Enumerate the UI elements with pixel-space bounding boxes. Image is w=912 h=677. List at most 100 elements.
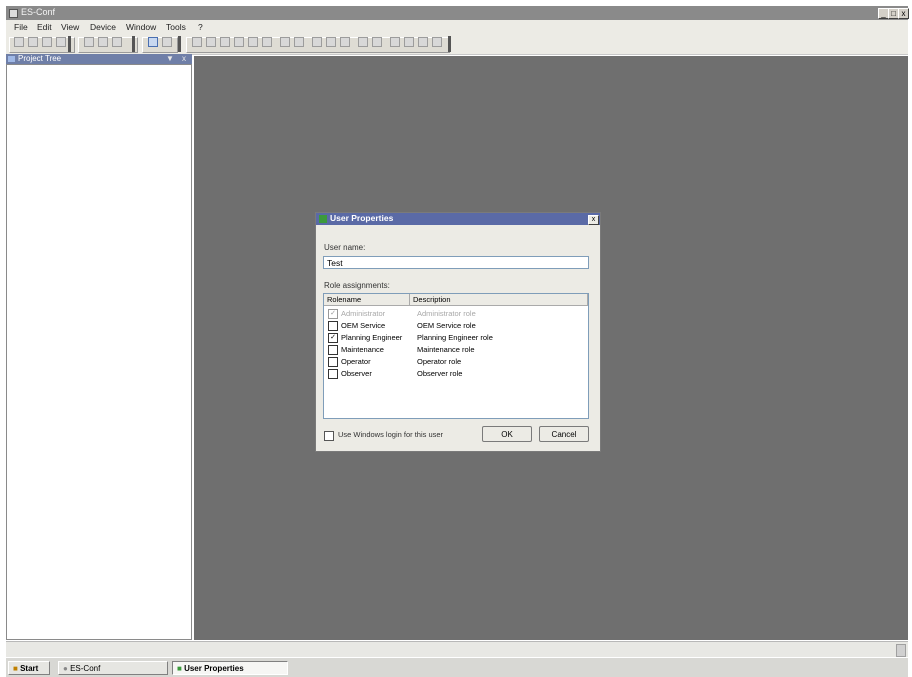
refresh-icon[interactable]: [418, 37, 428, 47]
play-icon[interactable]: [192, 37, 202, 47]
pin-icon[interactable]: ▼: [166, 54, 174, 63]
role-row[interactable]: Maintenance Maintenance role: [328, 344, 586, 355]
role-name: OEM Service: [341, 321, 386, 330]
filter-icon[interactable]: [404, 37, 414, 47]
role-row[interactable]: OEM Service OEM Service role: [328, 320, 586, 331]
resize-grip-icon[interactable]: [896, 644, 906, 657]
column-description[interactable]: Description: [410, 294, 588, 305]
window-title: ES-Conf: [21, 7, 56, 17]
ok-button[interactable]: OK: [482, 426, 532, 442]
project-tree-panel[interactable]: [6, 64, 192, 640]
windows-login-label: Use Windows login for this user: [338, 430, 444, 439]
paste-icon[interactable]: [112, 37, 122, 47]
dropdown-icon[interactable]: [162, 37, 172, 47]
dialog-title: User Properties: [330, 213, 394, 223]
task-label: User Properties: [184, 664, 244, 673]
main-title-bar: ES-Conf _ □ x: [6, 6, 909, 20]
role-checkbox[interactable]: ✓: [328, 333, 338, 343]
menu-file[interactable]: File: [14, 22, 28, 32]
user-task-icon: ■: [177, 664, 182, 673]
role-description: Maintenance role: [417, 345, 475, 354]
role-description: Planning Engineer role: [417, 333, 493, 342]
upload-icon[interactable]: [248, 37, 258, 47]
role-checkbox[interactable]: [328, 321, 338, 331]
menu-window[interactable]: Window: [126, 22, 156, 32]
open-icon[interactable]: [28, 37, 38, 47]
menu-tools[interactable]: Tools: [166, 22, 186, 32]
project-tree-title: Project Tree: [18, 54, 62, 63]
tree-icon: [8, 56, 15, 62]
close-button[interactable]: x: [898, 8, 909, 19]
start-label: Start: [20, 664, 39, 673]
role-description: Administrator role: [417, 309, 476, 318]
app-task-icon: ●: [63, 664, 68, 673]
app-icon: [9, 9, 18, 18]
view-icon[interactable]: [148, 37, 158, 47]
role-name: Maintenance: [341, 345, 384, 354]
user-name-label: User name:: [324, 243, 366, 252]
role-assignments-label: Role assignments:: [324, 281, 390, 290]
download-icon[interactable]: [234, 37, 244, 47]
toolbar-grip[interactable]: [448, 36, 451, 52]
role-row: ✓ Administrator Administrator role: [328, 308, 586, 319]
role-checkbox: ✓: [328, 309, 338, 319]
font-icon[interactable]: [280, 37, 290, 47]
task-user-properties[interactable]: ■ User Properties: [172, 661, 288, 675]
role-name: Observer: [341, 369, 372, 378]
role-name: Administrator: [341, 309, 386, 318]
dialog-title-bar[interactable]: User Properties x: [316, 213, 600, 225]
role-row[interactable]: Operator Operator role: [328, 356, 586, 367]
dialog-close-button[interactable]: x: [588, 215, 599, 225]
taskbar: ■ Start ● ES-Conf ■ User Properties: [6, 657, 908, 677]
disconnect-icon[interactable]: [326, 37, 336, 47]
user-name-input[interactable]: Test: [323, 256, 589, 269]
project-tree-header: Project Tree ▼ x: [6, 54, 192, 64]
cancel-button[interactable]: Cancel: [539, 426, 589, 442]
role-checkbox[interactable]: [328, 369, 338, 379]
info-icon[interactable]: [432, 37, 442, 47]
role-row[interactable]: Observer Observer role: [328, 368, 586, 379]
print-icon[interactable]: [56, 37, 66, 47]
find-icon[interactable]: [372, 37, 382, 47]
role-description: Observer role: [417, 369, 463, 378]
task-label: ES-Conf: [70, 664, 101, 673]
menu-help[interactable]: ?: [198, 22, 203, 32]
pause-icon[interactable]: [206, 37, 216, 47]
role-checkbox[interactable]: [328, 357, 338, 367]
toolbar-grip[interactable]: [68, 36, 71, 52]
settings-icon[interactable]: [262, 37, 272, 47]
copy-icon[interactable]: [98, 37, 108, 47]
start-button[interactable]: ■ Start: [8, 661, 50, 675]
menu-view[interactable]: View: [61, 22, 79, 32]
menu-bar: File Edit View Device Window Tools ?: [6, 20, 908, 34]
role-description: OEM Service role: [417, 321, 476, 330]
column-rolename[interactable]: Rolename: [324, 294, 410, 305]
windows-login-checkbox[interactable]: [324, 431, 334, 441]
task-es-conf[interactable]: ● ES-Conf: [58, 661, 168, 675]
windows-icon: ■: [13, 664, 18, 673]
zoom-icon[interactable]: [390, 37, 400, 47]
step-icon[interactable]: [220, 37, 230, 47]
role-name: Operator: [341, 357, 371, 366]
search-icon[interactable]: [358, 37, 368, 47]
toolbar: [6, 34, 908, 55]
role-description: Operator role: [417, 357, 462, 366]
new-icon[interactable]: [14, 37, 24, 47]
text-icon[interactable]: [294, 37, 304, 47]
role-row[interactable]: ✓ Planning Engineer Planning Engineer ro…: [328, 332, 586, 343]
connect-icon[interactable]: [312, 37, 322, 47]
close-icon[interactable]: x: [182, 54, 186, 63]
tool-icon[interactable]: [340, 37, 350, 47]
status-bar: [6, 641, 908, 658]
user-properties-dialog: User Properties x User name: Test Role a…: [315, 212, 601, 452]
role-checkbox[interactable]: [328, 345, 338, 355]
toolbar-grip[interactable]: [132, 36, 135, 52]
toolbar-grip[interactable]: [178, 36, 181, 52]
cut-icon[interactable]: [84, 37, 94, 47]
role-name: Planning Engineer: [341, 333, 403, 342]
save-icon[interactable]: [42, 37, 52, 47]
menu-device[interactable]: Device: [90, 22, 116, 32]
role-list[interactable]: Rolename Description ✓ Administrator Adm…: [323, 293, 589, 419]
menu-edit[interactable]: Edit: [37, 22, 52, 32]
user-icon: [319, 215, 327, 223]
